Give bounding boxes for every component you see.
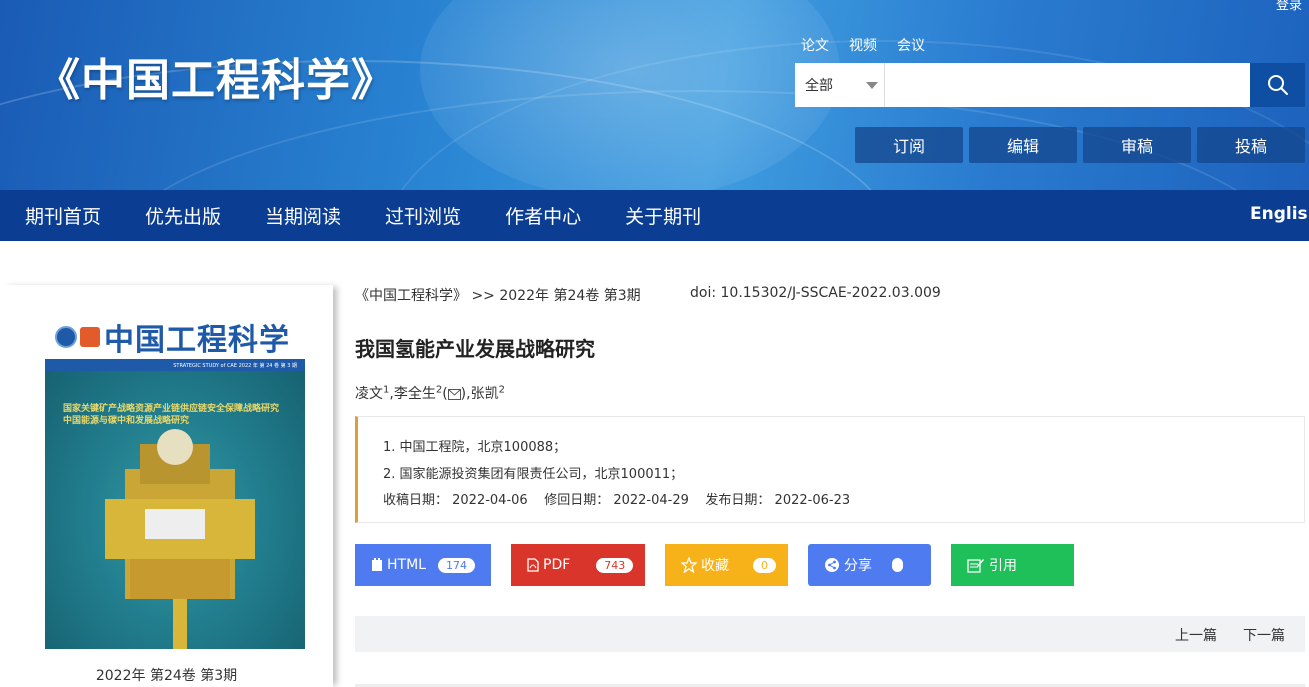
submit-button[interactable]: 投稿 (1197, 127, 1305, 163)
share-toggle-icon[interactable] (892, 558, 903, 572)
journal-logo-icon (80, 327, 100, 347)
author-list: 凌文1,李全生2(),张凯2 (355, 384, 505, 402)
journal-cover[interactable]: 中国工程科学 STRATEGIC STUDY of CAE 2022 年 第 2… (45, 315, 305, 649)
star-icon (681, 557, 697, 573)
author-name[interactable]: ,张凯 (466, 386, 498, 402)
search-button[interactable] (1250, 63, 1305, 107)
affiliation: 2. 国家能源投资集团有限责任公司，北京100011； (383, 467, 684, 482)
search-icon (1267, 75, 1288, 95)
search-scope-select[interactable]: 全部 (795, 63, 885, 107)
next-article-link[interactable]: 下一篇 (1243, 625, 1285, 645)
issue-sidebar: 中国工程科学 STRATEGIC STUDY of CAE 2022 年 第 2… (0, 285, 333, 687)
search-box: 全部 (795, 63, 1305, 107)
document-icon (371, 558, 383, 572)
cover-caption-line: 中国能源与碳中和发展战略研究 (63, 416, 190, 426)
nav-online-first[interactable]: 优先出版 (145, 202, 221, 229)
affiliation: 1. 中国工程院，北京100088； (383, 440, 567, 455)
subscribe-button[interactable]: 订阅 (855, 127, 963, 163)
author-name[interactable]: 凌文 (355, 386, 383, 402)
search-input[interactable] (885, 63, 1250, 107)
cae-logo-icon (55, 326, 77, 348)
cite-button[interactable]: 引用 (951, 544, 1074, 586)
cover-caption-line: 国家关键矿产战略资源产业链供应链安全保障战略研究 (63, 404, 280, 414)
cite-icon (967, 557, 985, 573)
search-scope-value: 全部 (805, 78, 833, 94)
nav-author-center[interactable]: 作者中心 (505, 202, 581, 229)
chevron-down-icon (866, 82, 878, 89)
header-banner: 《中国工程科学》 登录 论文 视频 会议 全部 订阅 编辑 审稿 投稿 (0, 0, 1309, 190)
search-tabs: 论文 视频 会议 (801, 35, 925, 55)
nav-about[interactable]: 关于期刊 (625, 202, 701, 229)
mail-icon[interactable] (447, 389, 461, 400)
english-link[interactable]: English (1250, 204, 1309, 224)
share-button[interactable]: 分享 (808, 544, 931, 586)
search-tab-meetings[interactable]: 会议 (897, 35, 925, 55)
favorite-button[interactable]: 收藏 0 (665, 544, 788, 586)
html-button[interactable]: HTML 174 (355, 544, 491, 586)
main-nav: 期刊首页 优先出版 当期阅读 过刊浏览 作者中心 关于期刊 English (0, 190, 1309, 241)
editor-button[interactable]: 编辑 (969, 127, 1077, 163)
doi[interactable]: doi: 10.15302/J-SSCAE-2022.03.009 (690, 285, 941, 301)
pdf-download-count: 743 (596, 557, 634, 573)
login-link[interactable]: 登录 (1276, 0, 1302, 13)
review-button[interactable]: 审稿 (1083, 127, 1191, 163)
nav-current-issue[interactable]: 当期阅读 (265, 202, 341, 229)
cover-journal-name: 中国工程科学 (104, 323, 290, 358)
favorite-count: 0 (753, 557, 776, 573)
search-tab-papers[interactable]: 论文 (801, 35, 829, 55)
article-pager: 上一篇 下一篇 (355, 616, 1305, 652)
share-icon (824, 557, 840, 573)
html-view-count: 174 (437, 557, 475, 573)
nav-home[interactable]: 期刊首页 (25, 202, 101, 229)
cover-image: STRATEGIC STUDY of CAE 2022 年 第 24 卷 第 3… (45, 359, 305, 649)
pdf-icon (527, 558, 539, 572)
site-title[interactable]: 《中国工程科学》 (36, 44, 396, 108)
cover-strip-text: STRATEGIC STUDY of CAE 2022 年 第 24 卷 第 3… (173, 363, 297, 369)
action-buttons: 订阅 编辑 审稿 投稿 (855, 127, 1305, 163)
cover-issue-label[interactable]: 2022年 第24卷 第3期 (0, 665, 333, 685)
author-name[interactable]: ,李全生 (389, 386, 435, 402)
article-dates: 收稿日期： 2022-04-06 修回日期： 2022-04-29 发布日期： … (383, 493, 851, 508)
pdf-button[interactable]: PDF 743 (511, 544, 645, 586)
nav-archive[interactable]: 过刊浏览 (385, 202, 461, 229)
article-title: 我国氢能产业发展战略研究 (355, 337, 595, 361)
search-tab-videos[interactable]: 视频 (849, 35, 877, 55)
prev-article-link[interactable]: 上一篇 (1175, 625, 1217, 645)
affiliation-box: 1. 中国工程院，北京100088； 2. 国家能源投资集团有限责任公司，北京1… (355, 416, 1305, 523)
breadcrumb[interactable]: 《中国工程科学》 >> 2022年 第24卷 第3期 (355, 285, 641, 305)
